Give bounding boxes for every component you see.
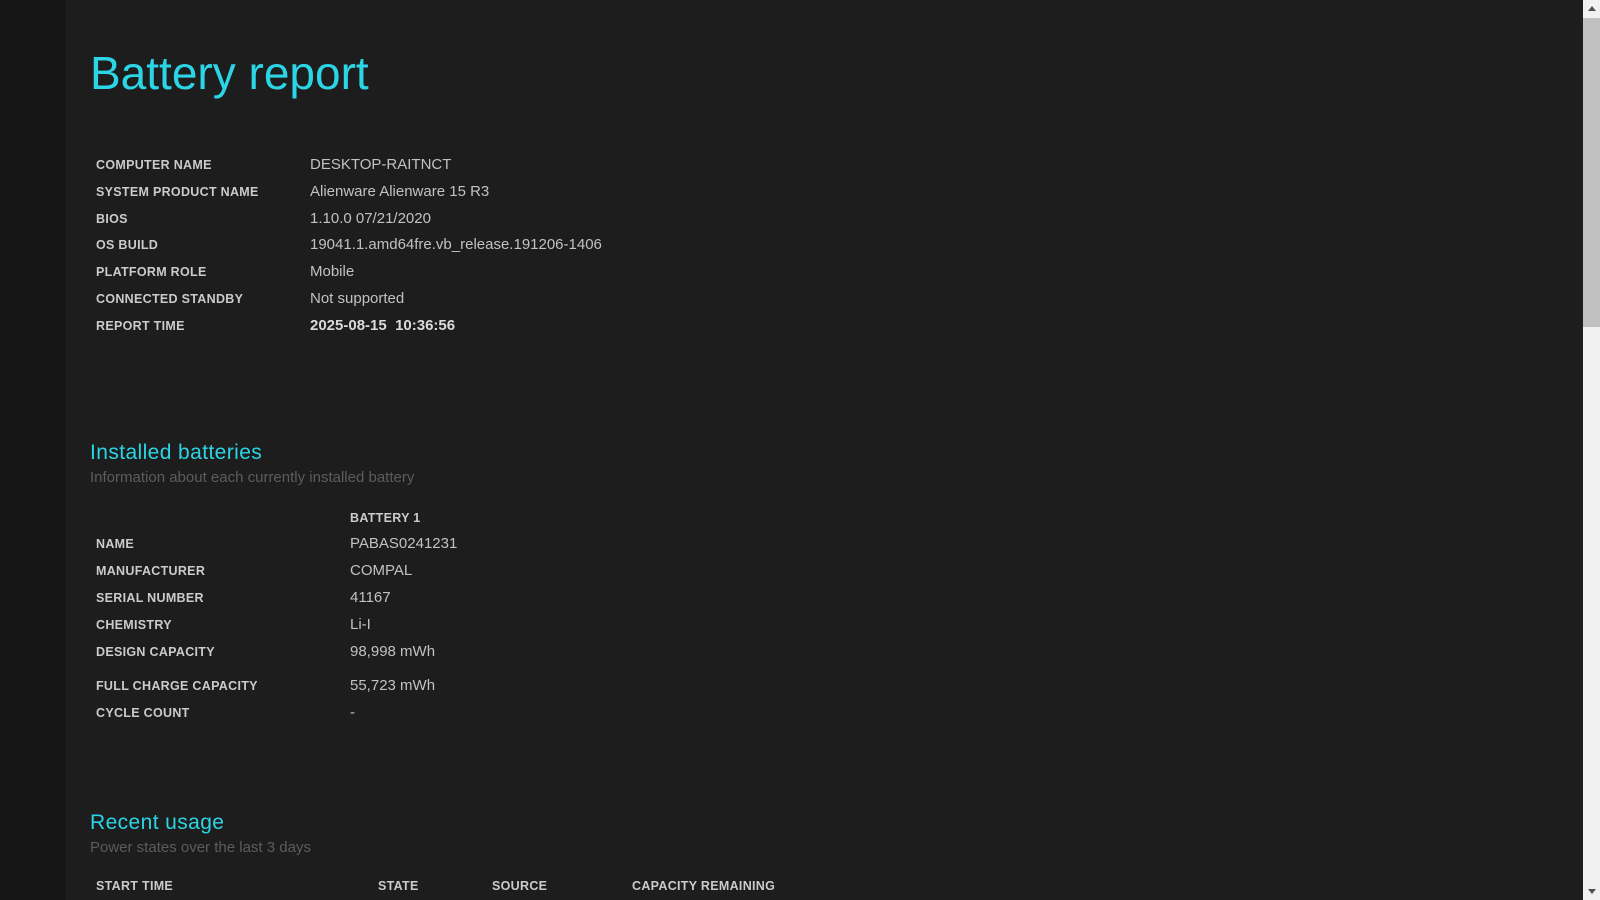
battery-1-column-header: BATTERY 1 [350, 510, 421, 525]
recent-usage-heading: Recent usage [90, 810, 225, 834]
bios-label: BIOS [96, 211, 128, 226]
chemistry-label: CHEMISTRY [96, 617, 172, 632]
computer-name-value: DESKTOP-RAITNCT [310, 156, 452, 173]
platform-role-label: PLATFORM ROLE [96, 265, 207, 280]
battery-name-label: NAME [96, 537, 135, 552]
cycle-count-label: CYCLE COUNT [96, 706, 190, 721]
system-product-name-label: SYSTEM PRODUCT NAME [96, 184, 259, 199]
source-column-header: SOURCE [492, 878, 548, 893]
state-column-header: STATE [378, 878, 419, 893]
system-info-row: REPORT TIME 2025-08-15 10:36:56 [96, 313, 1583, 340]
platform-role-value: Mobile [310, 263, 355, 281]
page-left-margin [0, 0, 66, 900]
scroll-down-button[interactable] [1583, 883, 1600, 900]
battery-row: CYCLE COUNT - [96, 700, 1583, 727]
design-capacity-label: DESIGN CAPACITY [96, 644, 215, 659]
os-build-label: OS BUILD [96, 238, 159, 253]
installed-batteries-subtitle: Information about each currently install… [90, 468, 415, 486]
scroll-up-arrow-icon [1587, 6, 1596, 11]
battery-table-header-row: BATTERY 1 [96, 505, 1583, 532]
system-info-row: OS BUILD 19041.1.amd64fre.vb_release.1912… [96, 232, 1583, 259]
installed-batteries-heading: Installed batteries [90, 440, 263, 464]
scroll-down-arrow-icon [1587, 889, 1596, 894]
recent-usage-table-header: START TIME STATE SOURCE CAPACITY REMAINING [96, 873, 1583, 900]
page-title: Battery report [90, 47, 369, 99]
computer-name-label: COMPUTER NAME [96, 158, 212, 172]
scroll-up-button[interactable] [1583, 0, 1600, 17]
battery-name-value: PABAS0241231 [350, 535, 458, 553]
full-charge-capacity-value: 55,723 mWh [350, 677, 436, 695]
battery-row: FULL CHARGE CAPACITY 55,723 mWh [96, 673, 1583, 700]
battery-details-table: BATTERY 1 NAME PABAS0241231 MANUFACTURER C… [96, 505, 1583, 727]
system-info-row: BIOS 1.10.0 07/21/2020 [96, 206, 1583, 233]
installed-batteries-section: Installed batteries Information about ea… [66, 440, 1583, 727]
connected-standby-label: CONNECTED STANDBY [96, 291, 244, 306]
recent-usage-section: Recent usage Power states over the last … [66, 810, 1583, 900]
start-time-column-header: START TIME [96, 878, 174, 893]
battery-row: MANUFACTURER COMPAL [96, 558, 1583, 585]
system-info-row: PLATFORM ROLE Mobile [96, 259, 1583, 286]
report-time-label: REPORT TIME [96, 318, 185, 333]
design-capacity-value: 98,998 mWh [350, 642, 436, 660]
cycle-count-value: - [350, 704, 355, 722]
report-time-value: 2025-08-15 10:36:56 [310, 316, 456, 334]
manufacturer-value: COMPAL [350, 562, 413, 580]
os-build-value: 19041.1.amd64fre.vb_release.191206-1406 [310, 236, 602, 254]
chemistry-value: Li-I [350, 615, 371, 633]
system-info-row: COMPUTER NAME DESKTOP-RAITNCT [96, 152, 1583, 179]
battery-row: NAME PABAS0241231 [96, 531, 1583, 558]
serial-number-value: 41167 [350, 588, 391, 606]
system-product-name-value: Alienware Alienware 15 R3 [310, 182, 490, 200]
battery-report-page: Battery report COMPUTER NAME DESKTOP-RAIT… [66, 0, 1583, 900]
bios-value: 1.10.0 07/21/2020 [310, 209, 431, 227]
capacity-remaining-column-header: CAPACITY REMAINING [632, 878, 776, 893]
scrollbar-thumb[interactable] [1583, 18, 1600, 327]
system-info-table: COMPUTER NAME DESKTOP-RAITNCT SYSTEM PROD… [96, 152, 1583, 340]
battery-row: DESIGN CAPACITY 98,998 mWh [96, 639, 1583, 666]
system-info-row: SYSTEM PRODUCT NAME Alienware Alienware 1… [96, 179, 1583, 206]
serial-number-label: SERIAL NUMBER [96, 590, 204, 605]
recent-usage-subtitle: Power states over the last 3 days [90, 838, 311, 856]
system-info-row: CONNECTED STANDBY Not supported [96, 286, 1583, 313]
manufacturer-label: MANUFACTURER [96, 564, 206, 579]
battery-row: CHEMISTRY Li-I [96, 612, 1583, 639]
full-charge-capacity-label: FULL CHARGE CAPACITY [96, 679, 258, 694]
battery-row: SERIAL NUMBER 41167 [96, 585, 1583, 612]
vertical-scrollbar[interactable] [1583, 0, 1600, 900]
connected-standby-value: Not supported [310, 289, 405, 307]
